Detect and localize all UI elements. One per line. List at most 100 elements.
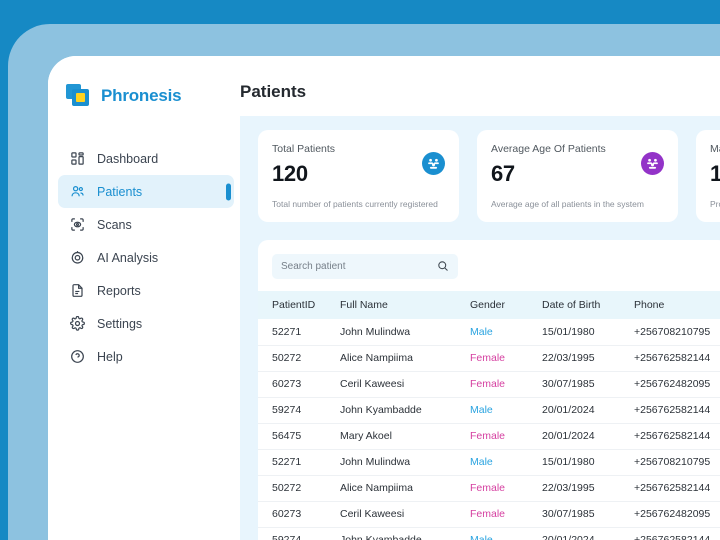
table-row[interactable]: 50272 Alice Nampiima Female 22/03/1995 +2567… bbox=[258, 475, 720, 501]
sidebar-item-label: Patients bbox=[97, 184, 143, 199]
search-input[interactable] bbox=[281, 261, 426, 272]
table-row[interactable]: 50272 Alice Nampiima Female 22/03/1995 +2567… bbox=[258, 345, 720, 371]
cell-gender: Female bbox=[470, 508, 506, 520]
cell-gender: Female bbox=[470, 352, 506, 364]
column-header-patientid[interactable]: PatientID bbox=[258, 291, 340, 319]
main-area: Patients Total Patients 120 Total number… bbox=[240, 56, 720, 540]
cell-phone: +256762582144 bbox=[634, 534, 711, 540]
table-body: 52271 John Mulindwa Male 15/01/1980 +2567082… bbox=[258, 319, 720, 540]
cell-phone: +256762482095 bbox=[634, 508, 711, 520]
cell-dateofbirth: 15/01/1980 bbox=[542, 325, 595, 338]
cell-dateofbirth: 20/01/2024 bbox=[542, 430, 595, 442]
cell-dateofbirth: 20/01/2024 bbox=[542, 534, 595, 540]
column-header-fullname[interactable]: Full Name bbox=[340, 291, 470, 319]
cell-gender: Female bbox=[470, 482, 506, 494]
table-row[interactable]: 56475 Mary Akoel Female 20/01/2024 +25676258… bbox=[258, 423, 720, 449]
cell-phone: +256762582144 bbox=[634, 352, 711, 364]
sidebar-item-label: AI Analysis bbox=[97, 250, 159, 265]
stat-cards: Total Patients 120 Total number of patie… bbox=[240, 130, 720, 222]
table-row[interactable]: 52271 John Mulindwa Male 15/01/1980 +2567082… bbox=[258, 319, 720, 345]
sidebar-item-help[interactable]: Help bbox=[58, 340, 234, 373]
cell-fullname: Mary Akoel bbox=[340, 430, 392, 442]
table-row[interactable]: 52271 John Mulindwa Male 15/01/1980 +2567082… bbox=[258, 449, 720, 475]
column-header-gender[interactable]: Gender bbox=[470, 291, 542, 319]
cell-dateofbirth: 22/03/1995 bbox=[542, 482, 595, 494]
table-header-row: PatientID Full Name Gender Date of Birth… bbox=[258, 291, 720, 319]
cell-patientid: 59274 bbox=[272, 534, 302, 540]
cell-patientid: 59274 bbox=[272, 404, 302, 416]
sidebar-item-reports[interactable]: Reports bbox=[58, 274, 234, 307]
cell-dateofbirth: 20/01/2024 bbox=[542, 404, 595, 416]
cell-fullname: Alice Nampiima bbox=[340, 352, 413, 364]
stat-description: Proportion of female patients bbox=[710, 198, 720, 209]
table-header: PatientID Full Name Gender Date of Birth… bbox=[258, 291, 720, 319]
patients-panel: PatientID Full Name Gender Date of Birth… bbox=[258, 240, 720, 540]
cell-gender: Male bbox=[470, 456, 493, 468]
stat-label: Average Age Of Patients bbox=[491, 143, 606, 155]
sidebar-item-dashboard[interactable]: Dashboard bbox=[58, 142, 234, 175]
window-frame: Phronesis Dashboard Patients Scans AI An… bbox=[8, 24, 720, 540]
grid-icon bbox=[70, 151, 85, 166]
cell-fullname: John Kyambadde bbox=[340, 534, 422, 540]
sidebar-item-label: Reports bbox=[97, 283, 141, 298]
sidebar-item-scans[interactable]: Scans bbox=[58, 208, 234, 241]
gear-icon bbox=[70, 316, 85, 331]
cell-dateofbirth: 30/07/1985 bbox=[542, 378, 595, 390]
cell-dateofbirth: 22/03/1995 bbox=[542, 352, 595, 364]
cell-patientid: 50272 bbox=[272, 482, 302, 494]
brand[interactable]: Phronesis bbox=[48, 76, 240, 116]
content-area: Total Patients 120 Total number of patie… bbox=[240, 116, 720, 540]
sidebar-item-patients[interactable]: Patients bbox=[58, 175, 234, 208]
cell-gender: Male bbox=[470, 404, 493, 416]
cell-fullname: John Mulindwa bbox=[340, 456, 411, 468]
search-box[interactable] bbox=[272, 254, 458, 279]
stat-value: 12 bbox=[710, 160, 720, 186]
users-group-icon bbox=[422, 152, 445, 175]
cell-gender: Male bbox=[470, 325, 493, 338]
cell-gender: Male bbox=[470, 534, 493, 540]
document-icon bbox=[70, 283, 85, 298]
cell-phone: +256762482095 bbox=[634, 378, 711, 390]
stat-label: Total Patients bbox=[272, 143, 336, 155]
cell-phone: +256762582144 bbox=[634, 404, 711, 416]
cell-gender: Female bbox=[470, 430, 506, 442]
patients-table: PatientID Full Name Gender Date of Birth… bbox=[258, 291, 720, 540]
phronesis-squares-logo-icon bbox=[66, 84, 92, 108]
scan-icon bbox=[70, 217, 85, 232]
cell-phone: +256708210795 bbox=[634, 456, 711, 468]
users-icon bbox=[70, 184, 85, 199]
cell-dateofbirth: 15/01/1980 bbox=[542, 456, 595, 468]
cell-phone: +256762582144 bbox=[634, 482, 711, 494]
stat-description: Average age of all patients in the syste… bbox=[491, 198, 644, 209]
cell-dateofbirth: 30/07/1985 bbox=[542, 508, 595, 520]
sidebar-item-label: Help bbox=[97, 349, 123, 364]
table-row[interactable]: 60273 Ceril Kaweesi Female 30/07/1985 +25676… bbox=[258, 371, 720, 397]
question-circle-icon bbox=[70, 349, 85, 364]
cell-fullname: John Kyambadde bbox=[340, 404, 422, 416]
cell-fullname: Ceril Kaweesi bbox=[340, 508, 405, 520]
sidebar-item-ai-analysis[interactable]: AI Analysis bbox=[58, 241, 234, 274]
app-window: Phronesis Dashboard Patients Scans AI An… bbox=[48, 56, 720, 540]
table-row[interactable]: 59274 John Kyambadde Male 20/01/2024 +256762… bbox=[258, 527, 720, 540]
sidebar-item-label: Settings bbox=[97, 316, 143, 331]
brand-name: Phronesis bbox=[101, 86, 182, 105]
active-indicator bbox=[226, 183, 231, 200]
search-icon[interactable] bbox=[437, 260, 449, 272]
column-header-phone[interactable]: Phone bbox=[634, 291, 720, 319]
table-row[interactable]: 59274 John Kyambadde Male 20/01/2024 +256762… bbox=[258, 397, 720, 423]
cell-patientid: 50272 bbox=[272, 352, 302, 364]
table-row[interactable]: 60273 Ceril Kaweesi Female 30/07/1985 +25676… bbox=[258, 501, 720, 527]
cell-fullname: Alice Nampiima bbox=[340, 482, 413, 494]
column-header-dateofbirth[interactable]: Date of Birth bbox=[542, 291, 634, 319]
cell-patientid: 60273 bbox=[272, 378, 302, 390]
sidebar-item-label: Scans bbox=[97, 217, 132, 232]
sidebar-item-settings[interactable]: Settings bbox=[58, 307, 234, 340]
stat-value: 120 bbox=[272, 160, 308, 186]
search-bar bbox=[258, 254, 720, 291]
stat-description: Total number of patients currently regis… bbox=[272, 198, 438, 209]
stat-card-average-age: Average Age Of Patients 67 Average age o… bbox=[477, 130, 678, 222]
cell-patientid: 56475 bbox=[272, 430, 302, 442]
cell-fullname: John Mulindwa bbox=[340, 325, 411, 338]
cell-fullname: Ceril Kaweesi bbox=[340, 378, 405, 390]
cell-phone: +256762582144 bbox=[634, 430, 711, 442]
